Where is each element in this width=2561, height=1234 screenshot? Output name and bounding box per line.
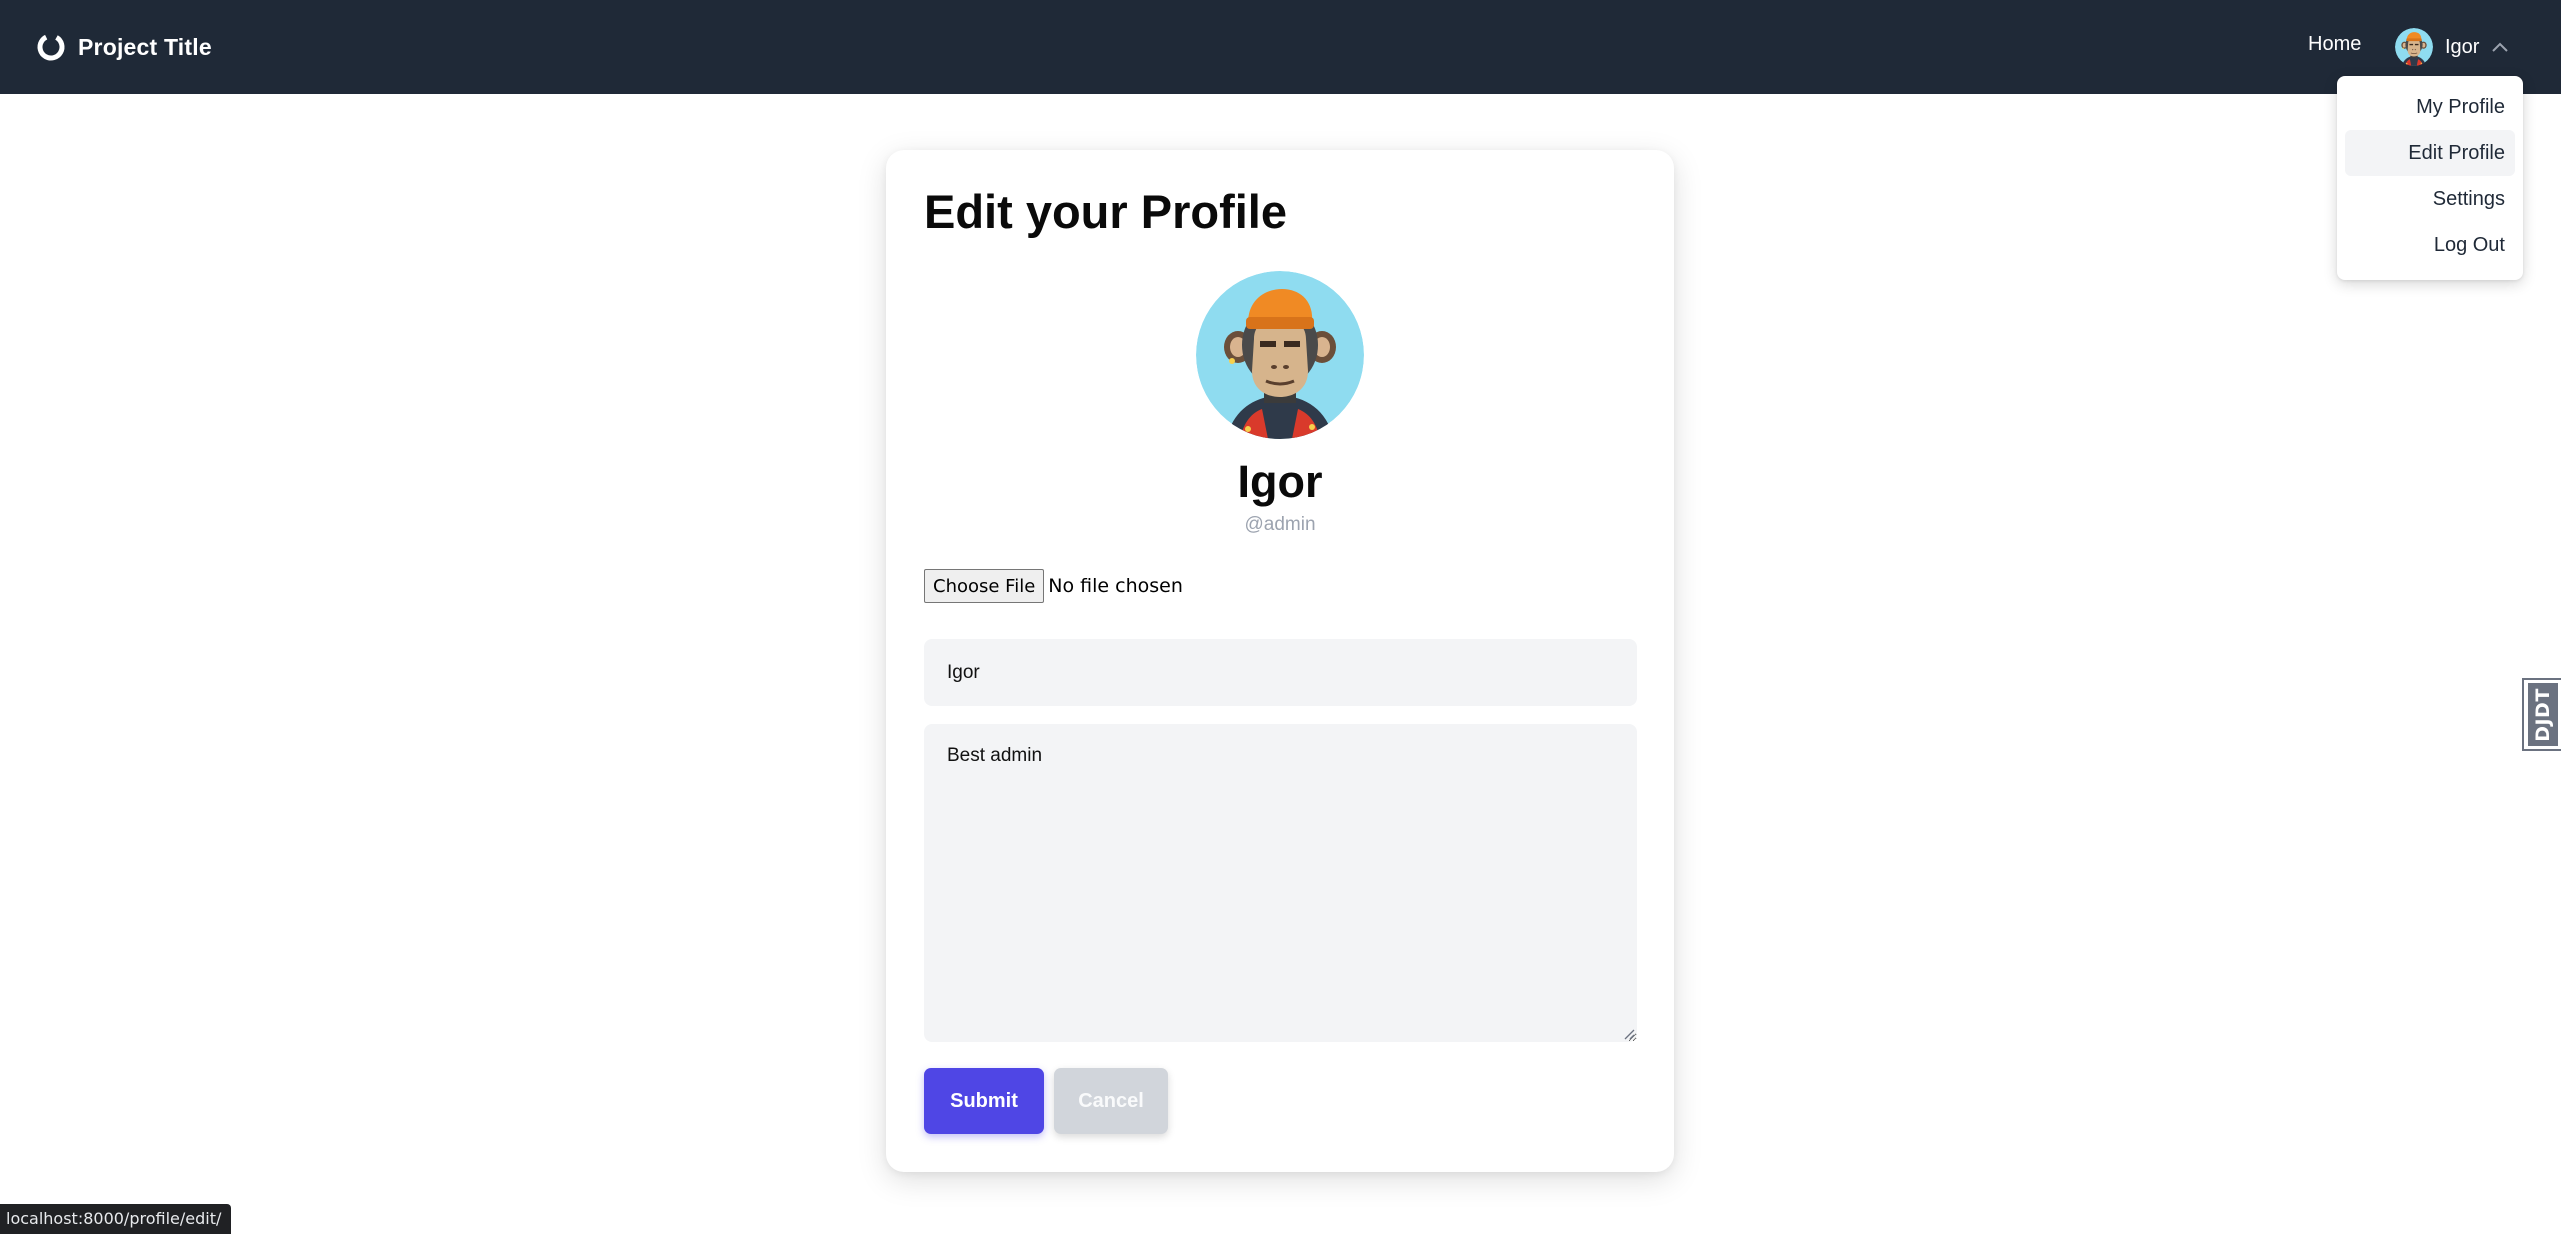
user-menu-toggle[interactable]: Igor: [2395, 27, 2509, 67]
debug-toolbar-handle[interactable]: DJDT: [2522, 678, 2561, 751]
cancel-button[interactable]: Cancel: [1054, 1068, 1168, 1134]
page-title: Edit your Profile: [924, 185, 1287, 238]
ring-logo-icon: [37, 33, 65, 61]
submit-button[interactable]: Submit: [924, 1068, 1044, 1134]
display-name-input[interactable]: [924, 639, 1637, 706]
profile-handle: @admin: [1244, 514, 1316, 535]
nav-home-link[interactable]: Home: [2308, 33, 2361, 56]
profile-display-name: Igor: [1237, 456, 1323, 507]
profile-avatar: [1196, 271, 1364, 439]
menu-item-edit-profile[interactable]: Edit Profile: [2345, 130, 2515, 176]
brand-title: Project Title: [78, 33, 212, 60]
menu-item-my-profile[interactable]: My Profile: [2345, 84, 2515, 130]
status-bar-url: localhost:8000/profile/edit/: [0, 1204, 232, 1234]
user-dropdown-menu: My Profile Edit Profile Settings Log Out: [2337, 76, 2523, 280]
menu-item-settings[interactable]: Settings: [2345, 176, 2515, 222]
bio-textarea[interactable]: Best admin: [924, 724, 1637, 1042]
choose-file-button[interactable]: Choose File: [924, 569, 1045, 603]
brand-link[interactable]: Project Title: [36, 30, 212, 64]
menu-item-log-out[interactable]: Log Out: [2345, 222, 2515, 268]
debug-toolbar-label: DJDT: [2531, 687, 2554, 742]
file-status-text: No file chosen: [1048, 575, 1183, 597]
avatar: [2395, 28, 2433, 66]
edit-profile-card: Edit your Profile Igor @admin Choose Fil…: [886, 150, 1674, 1172]
resize-grip-icon[interactable]: [1624, 1029, 1635, 1040]
top-navbar: Project Title Home Igor: [0, 0, 2561, 94]
debug-toolbar-badge: DJDT: [2527, 683, 2558, 746]
chevron-up-icon: [2492, 42, 2509, 52]
avatar-file-picker: Choose File No file chosen: [924, 569, 1183, 603]
user-name-label: Igor: [2445, 35, 2480, 58]
